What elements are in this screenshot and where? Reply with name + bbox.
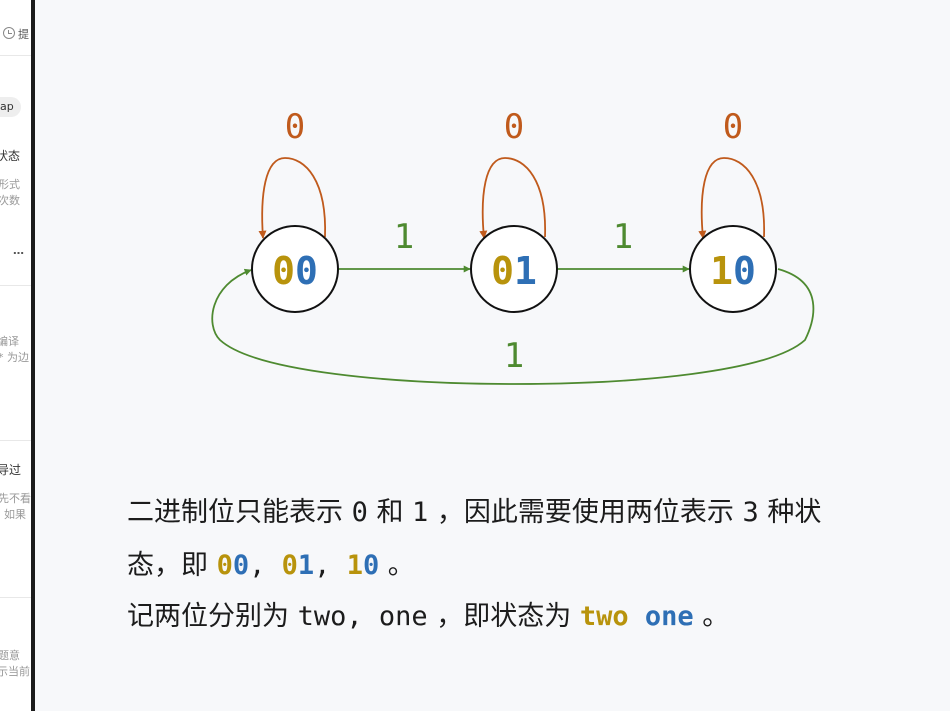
bit-name-two: two: [579, 601, 629, 632]
self-loop-label: 0: [285, 107, 305, 147]
text-span: 。: [379, 550, 415, 581]
text-span: 态，即: [127, 550, 217, 581]
separator: [629, 601, 645, 632]
bit-low: 0: [232, 550, 250, 581]
sidebar-item-line: 形式: [0, 178, 20, 191]
sidebar-item-line: 次数: [0, 194, 20, 207]
bit-high: 0: [272, 249, 295, 293]
bit-low: 1: [514, 249, 537, 293]
explanation-line-1: 二进制位只能表示 0 和 1 ，因此需要使用两位表示 3 种状: [127, 490, 821, 529]
sidebar-item-line: 编译: [0, 335, 19, 348]
sidebar-header-text: 提: [18, 28, 29, 41]
sidebar: 提 ap 状态 形式 次数 … 编译 * 为边 导过 先不看 如果 题意 示当前: [0, 0, 31, 711]
text-span: 记两位分别为: [127, 601, 298, 632]
bit-high: 0: [216, 550, 233, 581]
state-label: 01: [491, 249, 537, 293]
tag-chip[interactable]: ap: [0, 97, 21, 117]
code-text: two, one: [297, 601, 428, 632]
edge-label: 1: [394, 217, 414, 257]
content-panel: 00 01 10 0 0 0 1 1 1 二进制位只能表示 0 和 1 ，因此需…: [35, 0, 950, 711]
sidebar-item-title[interactable]: 状态: [0, 147, 20, 164]
code-digit: 3: [742, 497, 759, 528]
sidebar-item-line: 先不看: [0, 492, 31, 505]
bit-low: 0: [362, 550, 380, 581]
bit-low: 0: [295, 249, 318, 293]
separator: ,: [314, 550, 347, 581]
more-icon[interactable]: …: [13, 244, 24, 257]
text-span: 二进制位只能表示: [127, 497, 352, 528]
bit-high: 0: [491, 249, 514, 293]
code-digit: 1: [412, 497, 429, 528]
text-span: 。: [693, 601, 730, 632]
sidebar-separator: [0, 597, 31, 598]
sidebar-separator: [0, 285, 31, 286]
bit-low: 1: [297, 550, 315, 581]
sidebar-item-line: * 为边: [0, 351, 29, 364]
state-label: 00: [272, 249, 318, 293]
separator: ,: [249, 550, 282, 581]
sidebar-item-line: 题意: [0, 649, 20, 662]
text-span: ，即状态为: [427, 601, 580, 632]
clock-icon: [3, 27, 15, 39]
bit-name-one: one: [644, 601, 694, 632]
bit-high: 1: [710, 249, 733, 293]
state-label: 10: [710, 249, 756, 293]
self-loop-label: 0: [723, 107, 743, 147]
sidebar-separator: [0, 55, 31, 56]
text-span: 种状: [758, 497, 822, 528]
code-digit: 0: [351, 497, 368, 528]
sidebar-item-line: 如果: [4, 508, 26, 521]
explanation-line-3: 记两位分别为 two, one ，即状态为 two one 。: [127, 594, 729, 633]
text-span: 和: [367, 497, 413, 528]
explanation-line-2: 态，即 00, 01, 10 。: [127, 543, 415, 582]
sidebar-item-title[interactable]: 导过: [0, 461, 21, 478]
bit-high: 0: [281, 550, 298, 581]
edge-label: 1: [613, 217, 633, 257]
bit-low: 0: [733, 249, 756, 293]
return-edge-label: 1: [504, 336, 524, 376]
state-diagram: 00 01 10 0 0 0 1 1 1: [211, 107, 815, 385]
self-loop-label: 0: [504, 107, 524, 147]
bit-high: 1: [346, 550, 363, 581]
text-span: ，因此需要使用两位表示: [428, 497, 743, 528]
sidebar-item-line: 示当前: [0, 665, 30, 678]
sidebar-separator: [0, 440, 31, 441]
